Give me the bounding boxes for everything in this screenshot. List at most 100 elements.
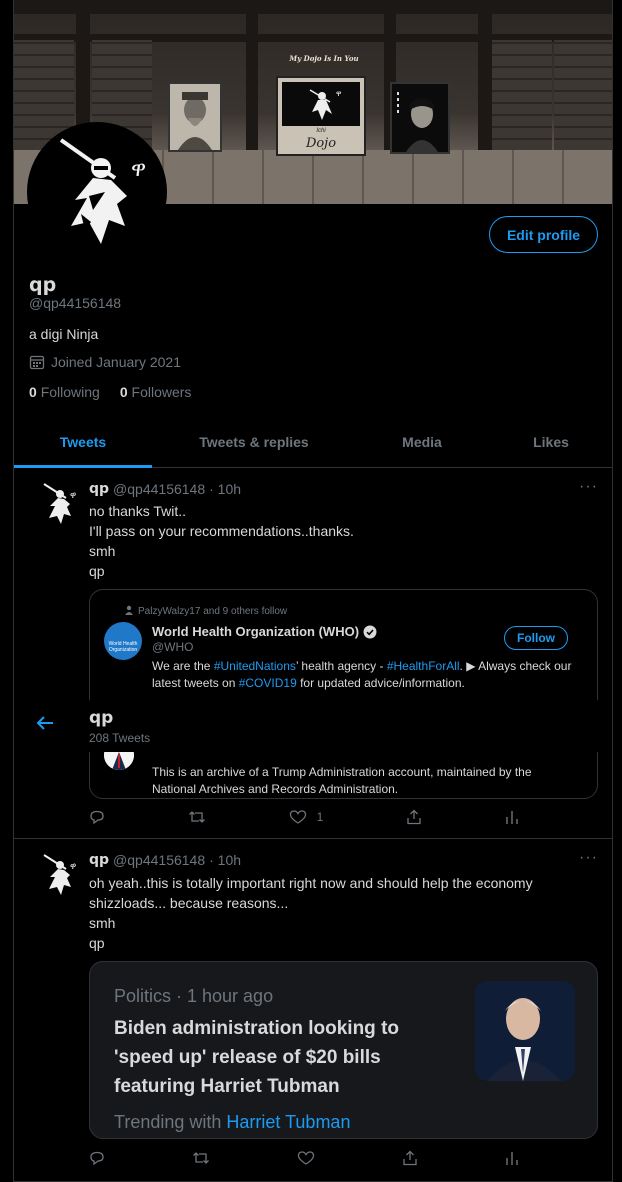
tweet-line: qp [89,563,105,579]
profile-tabs: Tweets Tweets & replies Media Likes [14,416,612,468]
profile-handle: @qp44156148 [29,295,122,311]
analytics-icon [506,1152,518,1165]
suggested-account-bio: We are the #UnitedNations’ health agency… [152,658,572,692]
second-account-bio: This is an archive of a Trump Administra… [152,765,532,796]
ninja-avatar-icon: ዋ [31,126,163,258]
suggested-account-handle: @WHO [152,640,194,654]
suggested-account-name[interactable]: World Health Organization (WHO) [152,624,377,639]
ninja-avatar-icon: ዋ [43,854,76,895]
who-to-follow-card[interactable]: PalzyWalzy17 and 9 others follow World H… [89,589,598,799]
profile-bio: a digi Ninja [29,326,99,342]
svg-text:ዋ: ዋ [336,89,342,98]
more-options-icon[interactable]: ··· [579,849,598,867]
tweet-time[interactable]: · 10h [209,852,241,868]
profile-joined: Joined January 2021 [29,354,181,370]
tweet-line: oh yeah..this is totally important right… [89,875,533,911]
tweet-author-handle[interactable]: @qp44156148 [113,481,205,497]
banner-portrait-right [390,82,450,154]
svg-text:ዋ: ዋ [70,862,76,872]
sticky-name: qp [89,708,114,728]
svg-text:ዋ: ዋ [131,157,146,182]
tweet-line: I'll pass on your recommendations..thank… [89,523,354,539]
trending-topic-link[interactable]: Harriet Tubman [226,1112,350,1132]
reply-button[interactable] [89,809,105,825]
heart-icon [297,1151,315,1165]
tab-media[interactable]: Media [356,416,488,467]
tweet-avatar[interactable]: ዋ [34,849,84,899]
like-button[interactable]: 1 [289,809,323,825]
tweet-avatar[interactable]: ዋ [34,478,84,528]
news-trending: Trending with Harriet Tubman [114,1112,350,1133]
hashtag-link[interactable]: #HealthForAll [387,659,460,673]
retweet-button[interactable] [192,1150,210,1166]
more-options-icon[interactable]: ··· [579,478,598,496]
tweet-count: 208 Tweets [89,731,151,745]
tweet-author-name[interactable]: qp [89,852,109,868]
edit-profile-button[interactable]: Edit profile [489,216,598,253]
following-label: Following [40,384,100,400]
tweet-actions: 1 [89,809,519,825]
tab-tweets[interactable]: Tweets [14,416,152,468]
share-button[interactable] [406,809,422,825]
profile-avatar[interactable]: ዋ [27,122,167,262]
tweet-author-name[interactable]: qp [89,481,109,497]
banner-sign-title: My Dojo Is In You [289,54,359,63]
followers-label: Followers [131,384,192,400]
hashtag-link[interactable]: #UnitedNations [214,659,296,673]
heart-icon [289,810,306,824]
news-headline[interactable]: Biden administration looking to 'speed u… [114,1014,454,1101]
tweet-author-handle[interactable]: @qp44156148 [113,852,205,868]
reply-icon [90,810,104,825]
following-link[interactable]: 0 Following [29,384,100,400]
bio-text: for updated advice/information. [296,676,465,690]
retweet-button[interactable] [188,809,206,825]
tweet-time[interactable]: · 10h [209,481,241,497]
reply-icon [90,1151,104,1166]
back-arrow-icon[interactable] [34,712,56,734]
news-thumbnail[interactable] [475,981,575,1081]
bio-text: ’ health agency - [295,659,387,673]
tweet-line: smh [89,915,116,931]
tweet-line: no thanks Twit.. [89,503,187,519]
news-card[interactable]: Politics · 1 hour ago Biden administrati… [89,961,598,1139]
share-button[interactable] [402,1150,418,1166]
analytics-button[interactable] [505,809,519,825]
follow-button[interactable]: Follow [504,626,568,650]
news-meta: Politics · 1 hour ago [114,986,274,1006]
who-logo-icon[interactable]: World Health Organization [104,622,142,660]
tweet-actions [89,1150,519,1166]
person-icon [125,605,133,615]
tweet-header: qp @qp44156148 · 10h [89,852,241,868]
trending-label: Trending with [114,1112,222,1132]
banner-sign-big: Dojo [305,136,337,151]
news-photo-icon [475,981,575,1081]
profile-column: My Dojo Is In You ዋ Ichi Dojo ዋ Edit pro… [13,0,613,1182]
tweet-header: qp @qp44156148 · 10h [89,481,241,497]
joined-text: Joined January 2021 [51,354,181,370]
follow-stats: 0 Following 0 Followers [29,384,191,400]
reply-button[interactable] [89,1150,105,1166]
account-name-text: World Health Organization (WHO) [152,624,360,639]
share-icon [403,1150,417,1166]
social-context: PalzyWalzy17 and 9 others follow [138,606,288,617]
like-button[interactable] [297,1150,315,1166]
analytics-button[interactable] [505,1150,519,1166]
tab-tweets-and-replies[interactable]: Tweets & replies [152,416,356,467]
sticky-profile-header: qp 208 Tweets [14,700,612,752]
ninja-avatar-icon: ዋ [43,483,76,524]
tab-likes[interactable]: Likes [488,416,612,467]
followers-link[interactable]: 0 Followers [120,384,192,400]
analytics-icon [506,811,518,824]
profile-name: qp [29,274,57,296]
tweet-item[interactable]: ዋ qp @qp44156148 · 10h ··· no thanks Twi… [14,468,612,839]
tweet-text: oh yeah..this is totally important right… [89,873,579,953]
banner-sign-small: Ichi [316,128,326,134]
hashtag-link[interactable]: #COVID19 [239,676,297,690]
banner-portrait-left [168,82,222,152]
calendar-icon [29,355,45,370]
tweet-text: no thanks Twit.. I'll pass on your recom… [89,501,599,581]
followers-count: 0 [119,384,128,400]
retweet-icon [193,1152,209,1164]
banner-dojo-sign: ዋ Ichi Dojo [276,76,366,156]
following-count: 0 [29,384,37,400]
